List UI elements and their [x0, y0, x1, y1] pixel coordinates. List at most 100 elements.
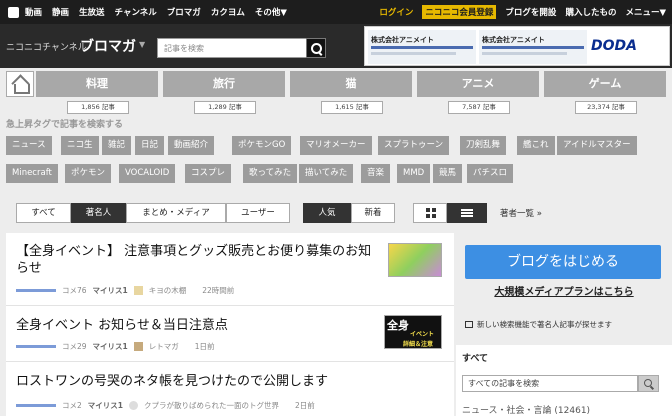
- article-meta: コメ29 マイリス1 レトマガ 1日前: [16, 341, 215, 352]
- purchased-link[interactable]: 購入したもの: [565, 6, 616, 18]
- search-icon[interactable]: [638, 375, 659, 392]
- author-avatar[interactable]: [133, 342, 143, 351]
- category-tab-anime[interactable]: アニメ: [417, 71, 539, 97]
- search-notice[interactable]: 新しい検索機能で著名人記事が探せます: [465, 319, 612, 330]
- article-row[interactable]: 全身イベント お知らせ＆当日注意点 コメ29 マイリス1 レトマガ 1日前 全身…: [6, 307, 454, 362]
- trending-tag[interactable]: アイドルマスター: [557, 136, 637, 155]
- filter-famous[interactable]: 著名人: [71, 203, 126, 223]
- article-title[interactable]: 全身イベント お知らせ＆当日注意点: [16, 317, 376, 334]
- filter-all[interactable]: すべて: [16, 203, 71, 223]
- article-thumbnail[interactable]: 全身 イベント 詳細＆注意: [384, 315, 442, 349]
- mylist-count: マイリス1: [87, 401, 123, 410]
- trending-tag[interactable]: 日記: [135, 136, 165, 155]
- trending-tag[interactable]: ニュース: [6, 136, 52, 155]
- author-name[interactable]: レトマガ: [149, 341, 179, 352]
- trending-tag[interactable]: 動画紹介: [168, 136, 215, 155]
- trending-tag[interactable]: 描いてみた: [299, 164, 354, 183]
- trending-tag[interactable]: 雑記: [102, 136, 132, 155]
- nav-video[interactable]: 動画: [25, 6, 42, 18]
- mylist-count: マイリス1: [92, 342, 128, 351]
- nav-channel[interactable]: チャンネル: [115, 6, 157, 18]
- nav-blomaga[interactable]: ブロマガ: [167, 6, 201, 18]
- thumbnail-text: 全身: [387, 319, 409, 332]
- brand-dropdown-icon[interactable]: ▼: [139, 40, 145, 49]
- media-plan-link[interactable]: 大規模メディアプランはこちら: [456, 283, 672, 298]
- trending-tag[interactable]: VOCALOID: [119, 164, 176, 183]
- login-link[interactable]: ログイン: [379, 6, 413, 18]
- register-link[interactable]: ニコニコ会員登録: [422, 5, 497, 19]
- trending-tag[interactable]: コスプレ: [185, 164, 232, 183]
- trending-tag[interactable]: 艦これ: [517, 136, 555, 155]
- trending-tag[interactable]: スプラトゥーン: [378, 136, 450, 155]
- sort-new[interactable]: 新着: [351, 203, 395, 223]
- trending-tag[interactable]: ポケモン: [65, 164, 112, 183]
- category-tab-cat[interactable]: 猫: [290, 71, 412, 97]
- popularity-bar: [16, 404, 56, 407]
- search-icon[interactable]: [306, 38, 326, 58]
- nav-kakuyomu[interactable]: カクヨム: [211, 6, 245, 18]
- trending-tag[interactable]: Minecraft: [6, 164, 58, 183]
- article-meta: コメ2 マイリス1 クプラが散りばめられた一面のトグ世界 2日前: [16, 400, 315, 411]
- article-search-input[interactable]: [157, 38, 307, 58]
- trending-tag[interactable]: ポケモンGO: [232, 136, 292, 155]
- trending-tag[interactable]: 刀剣乱舞: [460, 136, 507, 155]
- open-blog-link[interactable]: ブログを開設: [505, 6, 556, 18]
- category-count: 7,587 記事: [448, 101, 510, 114]
- menu-button[interactable]: メニュー▼: [625, 6, 666, 18]
- article-title[interactable]: 【全身イベント】 注意事項とグッズ販売とお便り募集のお知らせ: [16, 243, 376, 277]
- post-time: 2日前: [295, 401, 315, 410]
- trending-tag[interactable]: MMD: [397, 164, 431, 183]
- author-avatar[interactable]: [133, 286, 143, 295]
- nav-live[interactable]: 生放送: [79, 6, 105, 18]
- author-name[interactable]: クプラが散りばめられた一面のトグ世界: [144, 400, 279, 411]
- category-tab-travel[interactable]: 旅行: [163, 71, 285, 97]
- global-navbar: 動画 静画 生放送 チャンネル ブロマガ カクヨム その他▼ ログイン ニコニコ…: [0, 0, 672, 24]
- nav-seiga[interactable]: 静画: [52, 6, 69, 18]
- sidebar-search-input[interactable]: [462, 375, 638, 392]
- article-row[interactable]: ロストワンの号哭のネタ帳を見つけたので公開します コメ2 マイリス1 クプラが散…: [6, 363, 454, 416]
- category-tab-cooking[interactable]: 料理: [36, 71, 158, 97]
- start-blog-button[interactable]: ブログをはじめる: [465, 245, 661, 279]
- ad-item[interactable]: 株式会社アニメイト: [479, 30, 587, 64]
- channel-logo-text[interactable]: ニコニコチャンネル: [6, 40, 87, 53]
- article-thumbnail[interactable]: [388, 243, 442, 277]
- category-count: 1,856 記事: [67, 101, 129, 114]
- article-row[interactable]: 【全身イベント】 注意事項とグッズ販売とお便り募集のお知らせ コメ76 マイリス…: [6, 233, 454, 306]
- home-icon[interactable]: [6, 71, 34, 97]
- filter-user[interactable]: ユーザー: [226, 203, 290, 223]
- sidebar-panel: すべて ニュース・社会・言論 (12461): [456, 345, 672, 416]
- category-tab-game[interactable]: ゲーム: [544, 71, 666, 97]
- doda-logo[interactable]: DODA: [591, 38, 637, 54]
- niconico-tv-icon[interactable]: [8, 6, 19, 18]
- trending-tag[interactable]: 競馬: [433, 164, 463, 183]
- grid-view-icon[interactable]: [413, 203, 447, 223]
- nav-more[interactable]: その他▼: [255, 6, 287, 18]
- trending-tag[interactable]: ニコ生: [61, 136, 99, 155]
- thumbnail-subtext: 詳細＆注意: [403, 341, 434, 348]
- trending-tag[interactable]: 歌ってみた: [243, 164, 298, 183]
- trending-tag[interactable]: パチスロ: [467, 164, 514, 183]
- category-count: 1,289 記事: [194, 101, 256, 114]
- sidebar-category-link[interactable]: ニュース・社会・言論 (12461): [462, 403, 590, 416]
- trending-tag[interactable]: 音楽: [361, 164, 391, 183]
- author-avatar[interactable]: [129, 401, 138, 410]
- ad-item[interactable]: 株式会社アニメイト: [368, 30, 476, 64]
- sidebar: ブログをはじめる 大規模メディアプランはこちら 新しい検索機能で著名人記事が探せ…: [456, 233, 672, 416]
- trending-tag[interactable]: マリオメーカー: [300, 136, 372, 155]
- blomaga-logo[interactable]: ブロマガ: [80, 36, 136, 56]
- author-name[interactable]: キヨの木棚: [149, 285, 187, 296]
- notice-text[interactable]: 新しい検索機能で著名人記事が探せます: [477, 319, 612, 330]
- category-count: 1,615 記事: [321, 101, 383, 114]
- category-strip: 料理 旅行 猫 アニメ ゲーム 1,856 記事 1,289 記事 1,615 …: [0, 68, 672, 118]
- list-view-icon[interactable]: [447, 203, 487, 223]
- sort-popular[interactable]: 人気: [303, 203, 351, 223]
- ad-company-label: 株式会社アニメイト: [371, 36, 434, 44]
- popularity-bar: [16, 289, 56, 292]
- ad-banner[interactable]: 株式会社アニメイト 株式会社アニメイト DODA: [364, 26, 670, 66]
- article-title[interactable]: ロストワンの号哭のネタ帳を見つけたので公開します: [16, 373, 436, 390]
- comment-count: コメ2: [62, 401, 82, 410]
- thumbnail-subtext: イベント: [410, 331, 435, 338]
- filter-media[interactable]: まとめ・メディア: [126, 203, 226, 223]
- popularity-bar: [16, 345, 56, 348]
- author-list-link[interactable]: 著者一覧 »: [500, 207, 542, 219]
